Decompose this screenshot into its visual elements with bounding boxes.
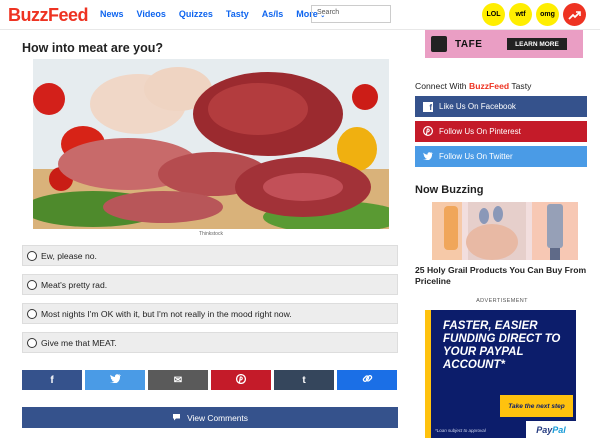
wtf-badge-button[interactable]: wtf	[509, 3, 532, 26]
now-buzzing-heading: Now Buzzing	[415, 184, 484, 196]
trending-icon[interactable]	[563, 3, 586, 26]
share-twitter-button[interactable]	[85, 370, 145, 390]
answer-label: Ew, please no.	[41, 251, 97, 261]
advertisement-label: ADVERTISEMENT	[476, 298, 528, 304]
now-buzzing-thumbnail[interactable]	[432, 202, 578, 260]
twitter-icon	[109, 374, 121, 386]
omg-badge-button[interactable]: omg	[536, 3, 559, 26]
paypal-logo: Pay Pal	[526, 421, 576, 438]
tafe-brand: TAFE	[455, 39, 483, 50]
main-nav: News Videos Quizzes Tasty As/Is More ⌄	[100, 9, 325, 19]
facebook-follow-button[interactable]: f Like Us On Facebook	[415, 96, 587, 117]
pinterest-follow-label: Follow Us On Pinterest	[439, 127, 521, 136]
ad-accent-stripe	[425, 310, 431, 438]
now-buzzing-headline[interactable]: 25 Holy Grail Products You Can Buy From …	[415, 265, 590, 287]
connect-prefix: Connect With	[415, 81, 467, 91]
facebook-icon: f	[423, 101, 433, 112]
facebook-follow-label: Like Us On Facebook	[439, 102, 516, 111]
answer-option-2[interactable]: Meat's pretty rad.	[22, 274, 398, 295]
nav-asis[interactable]: As/Is	[262, 9, 284, 19]
connect-brand: BuzzFeed	[468, 81, 510, 91]
share-pinterest-button[interactable]	[211, 370, 271, 390]
link-icon	[362, 373, 373, 387]
nav-quizzes[interactable]: Quizzes	[179, 9, 213, 19]
paypal-ad[interactable]: FASTER, EASIER FUNDING DIRECT TO YOUR PA…	[425, 310, 576, 438]
buzzfeed-logo[interactable]: BuzzFeed	[8, 5, 89, 26]
pinterest-icon	[422, 125, 434, 138]
search-input[interactable]: Search	[311, 5, 391, 23]
learn-more-button[interactable]: LEARN MORE	[507, 38, 567, 50]
pinterest-follow-button[interactable]: Follow Us On Pinterest	[415, 121, 587, 142]
twitter-follow-label: Follow Us On Twitter	[439, 152, 513, 161]
paypal-logo-part1: Pay	[536, 424, 553, 435]
radio-button[interactable]	[27, 280, 37, 290]
radio-button[interactable]	[27, 309, 37, 319]
answer-option-4[interactable]: Give me that MEAT.	[22, 332, 398, 353]
share-email-button[interactable]: ✉	[148, 370, 208, 390]
ad-fine-print: *Loan subject to approval	[435, 428, 486, 433]
tafe-banner-ad[interactable]: TAFE LEARN MORE	[425, 30, 583, 58]
lol-badge-button[interactable]: LOL	[482, 3, 505, 26]
share-tumblr-button[interactable]: t	[274, 370, 334, 390]
radio-button[interactable]	[27, 338, 37, 348]
email-icon: ✉	[173, 374, 183, 386]
nav-news[interactable]: News	[100, 9, 124, 19]
connect-suffix: Tasty	[511, 81, 532, 91]
share-facebook-button[interactable]: f	[22, 370, 82, 390]
tumblr-icon: t	[302, 374, 306, 386]
paypal-logo-part2: Pal	[552, 424, 566, 435]
view-comments-button[interactable]: View Comments	[22, 407, 398, 428]
nav-videos[interactable]: Videos	[137, 9, 166, 19]
quiz-question-title: How into meat are you?	[22, 41, 163, 55]
answer-label: Give me that MEAT.	[41, 338, 117, 348]
radio-button[interactable]	[27, 251, 37, 261]
image-caption: Thinkstock	[199, 231, 223, 237]
nav-tasty[interactable]: Tasty	[226, 9, 249, 19]
facebook-icon: f	[50, 374, 54, 386]
top-navigation-bar: BuzzFeed News Videos Quizzes Tasty As/Is…	[0, 0, 600, 30]
connect-heading: Connect With BuzzFeed Tasty	[415, 81, 531, 91]
pinterest-icon	[235, 373, 247, 387]
answer-label: Meat's pretty rad.	[41, 280, 108, 290]
comment-bubble-icon	[172, 413, 181, 423]
tafe-logo-icon	[431, 36, 447, 52]
view-comments-label: View Comments	[187, 412, 248, 423]
twitter-icon	[423, 151, 433, 162]
take-next-step-button[interactable]: Take the next step	[500, 395, 573, 417]
meat-photo	[33, 59, 389, 229]
twitter-follow-button[interactable]: Follow Us On Twitter	[415, 146, 587, 167]
answer-label: Most nights I'm OK with it, but I'm not …	[41, 309, 292, 319]
copy-link-button[interactable]	[337, 370, 397, 390]
answer-option-3[interactable]: Most nights I'm OK with it, but I'm not …	[22, 303, 398, 324]
ad-headline: FASTER, EASIER FUNDING DIRECT TO YOUR PA…	[443, 320, 561, 371]
answer-option-1[interactable]: Ew, please no.	[22, 245, 398, 266]
